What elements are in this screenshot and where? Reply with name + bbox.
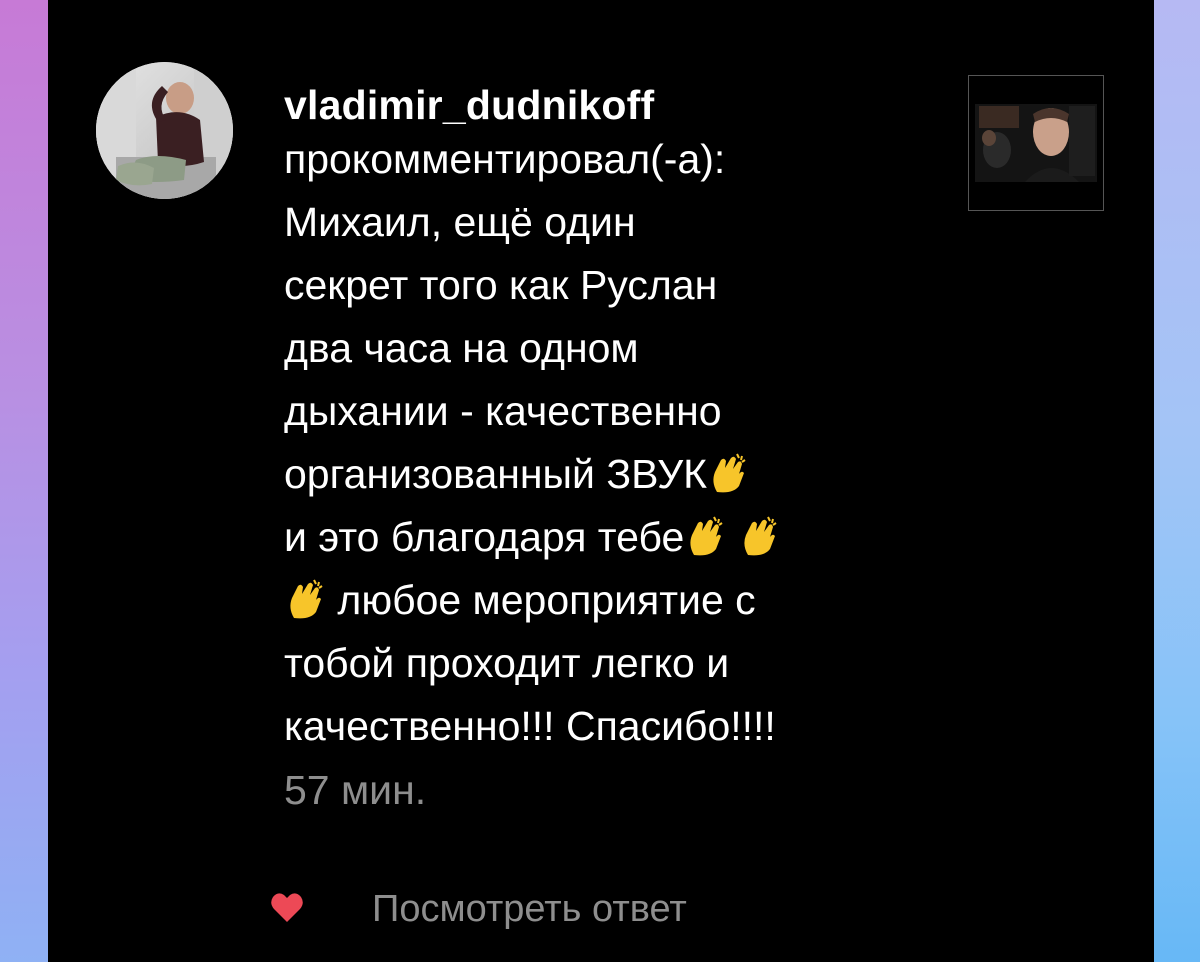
- avatar[interactable]: [96, 62, 233, 199]
- username[interactable]: vladimir_dudnikoff: [284, 82, 924, 128]
- timestamp: 57 мин.: [284, 767, 427, 813]
- comment-line-with-emoji: организованный ЗВУК: [284, 443, 924, 506]
- clapping-hands-emoji: [713, 453, 746, 493]
- comment-text: vladimir_dudnikoff прокомментировал(-а):…: [284, 82, 924, 820]
- comment-line: дыхании - качественно: [284, 388, 722, 434]
- action-text: прокомментировал(-а):: [284, 136, 726, 182]
- heart-icon[interactable]: [270, 892, 304, 924]
- comment-text-fragment: и это благодаря тебе: [284, 514, 685, 560]
- comment-line: качественно!!! Спасибо!!!!: [284, 703, 776, 749]
- comment-line-with-emoji: любое мероприятие с: [284, 569, 924, 632]
- comment-line: Михаил, ещё один: [284, 199, 636, 245]
- comment-line: секрет того как Руслан: [284, 262, 718, 308]
- view-reply-button[interactable]: Посмотреть ответ: [372, 882, 687, 936]
- comment-line: тобой проходит легко и: [284, 640, 730, 686]
- comment-text-fragment: любое мероприятие с: [337, 577, 756, 623]
- comment-line: два часа на одном: [284, 325, 639, 371]
- clapping-hands-emoji: [690, 516, 723, 556]
- clapping-hands-emoji: [290, 579, 323, 619]
- gradient-frame-left: [0, 0, 48, 962]
- clapping-hands-emoji: [744, 516, 777, 556]
- gradient-frame-right: [1154, 0, 1200, 962]
- comment-text-fragment: организованный ЗВУК: [284, 451, 707, 497]
- post-thumbnail[interactable]: [968, 75, 1104, 211]
- comment-line-with-emoji: и это благодаря тебе: [284, 506, 924, 569]
